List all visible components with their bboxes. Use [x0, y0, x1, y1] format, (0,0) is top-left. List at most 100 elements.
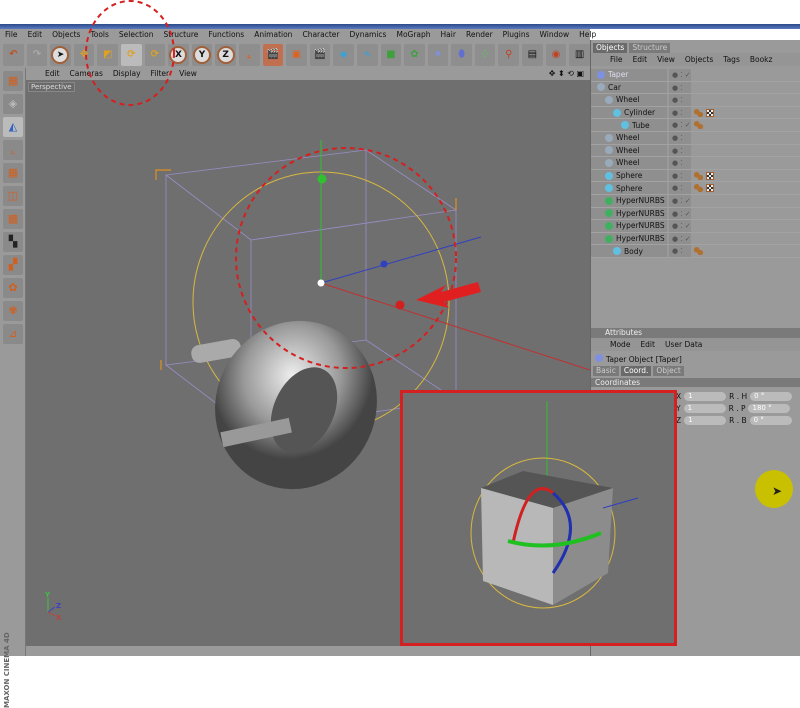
object-name-cell[interactable]: HyperNURBS	[591, 194, 667, 207]
menu-animation[interactable]: Animation	[249, 29, 297, 41]
object-name-cell[interactable]: Sphere	[591, 182, 667, 194]
array-button[interactable]: ✿	[404, 43, 425, 66]
visibility-toggle[interactable]: ● ⁚ ✓	[669, 194, 691, 207]
objects-menu-objects[interactable]: Objects	[680, 55, 718, 64]
objects-menu-edit[interactable]: Edit	[628, 55, 653, 64]
attr-tab-object[interactable]: Object	[653, 366, 684, 376]
viewport-nav-icons[interactable]: ✥ ⬍ ⟲ ▣	[549, 68, 584, 80]
material-tag-icon[interactable]	[706, 184, 714, 193]
menu-hair[interactable]: Hair	[436, 29, 461, 41]
object-row[interactable]: Wheel ● ⁚	[591, 94, 800, 107]
tab-objects[interactable]: Objects	[593, 43, 628, 53]
spline-button[interactable]: ∿	[356, 43, 378, 66]
object-row[interactable]: HyperNURBS ● ⁚ ✓	[591, 207, 800, 221]
menu-edit[interactable]: Edit	[23, 29, 48, 41]
texture-tag-icon[interactable]	[694, 184, 703, 193]
render-view-button[interactable]: 🎬	[262, 43, 284, 66]
object-row[interactable]: Wheel ● ⁚	[591, 131, 800, 145]
attributes-menu-mode[interactable]: Mode	[605, 340, 635, 349]
visibility-toggle[interactable]: ● ⁚	[669, 157, 691, 169]
snap-icon[interactable]: ⊿	[3, 324, 23, 344]
menu-window[interactable]: Window	[535, 29, 575, 41]
object-row[interactable]: Tube ● ⁚ ✓	[591, 119, 800, 132]
object-row[interactable]: HyperNURBS ● ⁚ ✓	[591, 232, 800, 246]
polygons-mode-icon[interactable]: ▩	[3, 209, 23, 229]
attr-tab-coord[interactable]: Coord.	[620, 366, 652, 376]
visibility-toggle[interactable]: ● ⁚	[669, 81, 691, 94]
object-name-cell[interactable]: Sphere	[591, 169, 667, 182]
objects-menu-bookz[interactable]: Bookz	[745, 55, 778, 64]
object-row[interactable]: Body ● ⁚	[591, 245, 800, 258]
menu-mograph[interactable]: MoGraph	[391, 29, 435, 41]
objects-menu-file[interactable]: File	[605, 55, 628, 64]
object-row[interactable]: HyperNURBS ● ⁚ ✓	[591, 194, 800, 208]
menu-render[interactable]: Render	[461, 29, 498, 41]
texture-tag-icon[interactable]	[694, 108, 703, 117]
object-row[interactable]: Sphere ● ⁚	[591, 169, 800, 183]
menu-character[interactable]: Character	[297, 29, 344, 41]
render-settings-button[interactable]: 🎬	[309, 43, 331, 66]
attributes-menu-user-data[interactable]: User Data	[660, 340, 707, 349]
object-mode-icon[interactable]: ◭	[3, 117, 23, 137]
tab-structure[interactable]: Structure	[629, 43, 671, 53]
object-row[interactable]: Sphere ● ⁚	[591, 182, 800, 195]
attributes-menu-edit[interactable]: Edit	[635, 340, 660, 349]
visibility-toggle[interactable]: ● ⁚ ✓	[669, 232, 691, 245]
object-row[interactable]: Cylinder ● ⁚	[591, 106, 800, 120]
visibility-toggle[interactable]: ● ⁚ ✓	[669, 207, 691, 220]
select-tool-button[interactable]: ➤	[50, 43, 71, 66]
object-row[interactable]: Taper ● ⁚ ✓	[591, 69, 800, 82]
rotation-input[interactable]: 0 °	[749, 416, 792, 425]
object-name-cell[interactable]: Taper	[591, 69, 667, 81]
coordinate-system-button[interactable]: ⌞	[238, 43, 260, 66]
undo-button[interactable]: ↶	[3, 43, 24, 66]
visibility-toggle[interactable]: ● ⁚ ✓	[669, 69, 691, 81]
material-tag-icon[interactable]	[706, 108, 714, 117]
axis-mode-icon[interactable]: ⌞	[3, 140, 23, 160]
object-name-cell[interactable]: Cylinder	[591, 106, 667, 119]
visibility-toggle[interactable]: ● ⁚ ✓	[669, 119, 691, 131]
visibility-toggle[interactable]: ● ⁚ ✓	[669, 220, 691, 232]
objects-menu-view[interactable]: View	[652, 55, 680, 64]
soft-selection-icon[interactable]: ✿	[3, 278, 23, 298]
texture-mode-icon[interactable]: ▚	[3, 232, 23, 252]
visibility-toggle[interactable]: ● ⁚	[669, 106, 691, 119]
visibility-toggle[interactable]: ● ⁚	[669, 169, 691, 182]
render-picture-viewer-button[interactable]: ▣	[286, 43, 307, 66]
viewport-menu-edit[interactable]: Edit	[40, 68, 65, 80]
menu-plugins[interactable]: Plugins	[498, 29, 535, 41]
nurbs-button[interactable]: ■	[380, 43, 402, 66]
texture-tag-icon[interactable]	[694, 247, 703, 256]
edges-mode-icon[interactable]: ◫	[3, 186, 23, 206]
particles-button[interactable]: ⁘	[474, 43, 496, 66]
scale-input[interactable]: 1	[684, 416, 727, 425]
object-name-cell[interactable]: Body	[591, 245, 667, 257]
rotation-input[interactable]: 0 °	[750, 392, 793, 401]
scale-input[interactable]: 1	[683, 404, 726, 413]
menu-functions[interactable]: Functions	[203, 29, 249, 41]
layout-icon[interactable]: ▦	[3, 71, 23, 91]
visibility-toggle[interactable]: ● ⁚	[669, 131, 691, 144]
redo-button[interactable]: ↷	[26, 43, 48, 66]
menu-dynamics[interactable]: Dynamics	[344, 29, 391, 41]
render-active-button[interactable]: ◉	[545, 43, 567, 66]
workplane-icon[interactable]: ▞	[3, 255, 23, 275]
object-row[interactable]: Wheel ● ⁚	[591, 157, 800, 170]
camera-button[interactable]: ⚲	[498, 43, 520, 66]
objects-menu-tags[interactable]: Tags	[718, 55, 745, 64]
object-row[interactable]: Wheel ● ⁚	[591, 144, 800, 158]
z-axis-button[interactable]: Z	[215, 43, 236, 66]
rotation-input[interactable]: 180 °	[748, 404, 791, 413]
y-axis-button[interactable]: Y	[191, 43, 213, 66]
points-mode-icon[interactable]: ▦	[3, 163, 23, 183]
object-name-cell[interactable]: HyperNURBS	[591, 207, 667, 220]
scale-input[interactable]: 1	[684, 392, 727, 401]
visibility-toggle[interactable]: ● ⁚	[669, 144, 691, 157]
menu-file[interactable]: File	[0, 29, 23, 41]
tweak-icon[interactable]: ✾	[3, 301, 23, 321]
object-name-cell[interactable]: HyperNURBS	[591, 220, 667, 232]
model-mode-icon[interactable]: ◈	[3, 94, 23, 114]
texture-tag-icon[interactable]	[694, 171, 703, 180]
object-name-cell[interactable]: Tube	[591, 119, 667, 131]
scene-button[interactable]: ⬮	[451, 43, 472, 66]
